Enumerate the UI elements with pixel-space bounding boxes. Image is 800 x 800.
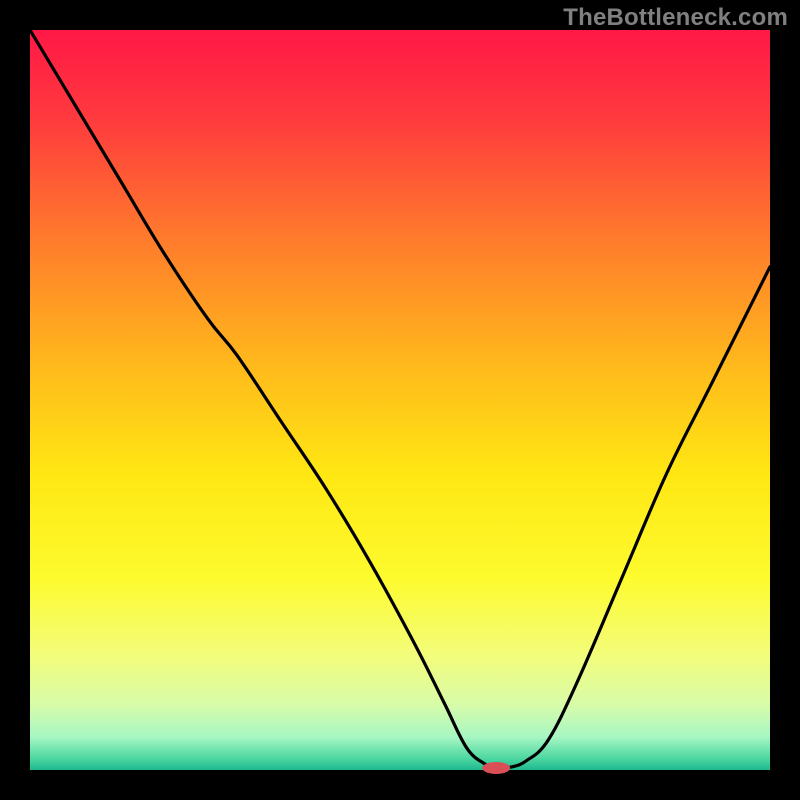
chart-frame: { "watermark": "TheBottleneck.com", "cha… [0, 0, 800, 800]
gradient-background [30, 30, 770, 770]
optimum-marker [482, 762, 510, 774]
bottleneck-chart [0, 0, 800, 800]
watermark-label: TheBottleneck.com [563, 4, 788, 32]
